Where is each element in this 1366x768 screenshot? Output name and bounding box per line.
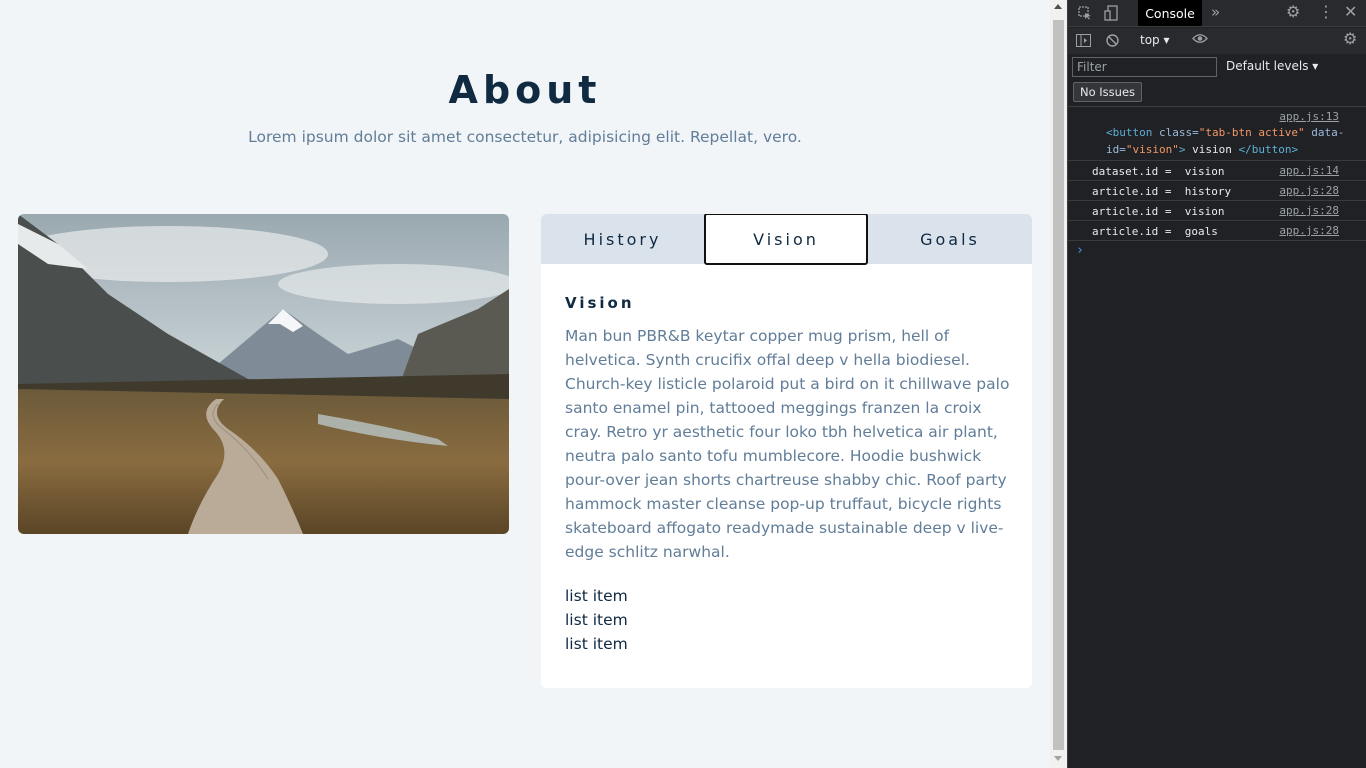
inspect-element-icon[interactable] bbox=[1078, 6, 1092, 23]
levels-label: Default levels bbox=[1226, 59, 1309, 73]
article-body: Man bun PBR&B keytar copper mug prism, h… bbox=[565, 327, 1010, 561]
tab-history[interactable]: History bbox=[541, 214, 704, 264]
landscape-photo bbox=[18, 214, 509, 534]
logged-element[interactable]: <button class="tab-btn active" data- bbox=[1106, 126, 1344, 139]
more-tabs-icon[interactable]: » bbox=[1211, 5, 1220, 20]
device-toolbar-icon[interactable] bbox=[1104, 5, 1118, 24]
about-card: History Goals Vision Vision Man bun PBR&… bbox=[541, 214, 1032, 688]
console-settings-gear-icon[interactable]: ⚙ bbox=[1343, 31, 1357, 47]
page-scrollbar[interactable] bbox=[1050, 0, 1067, 768]
context-selector[interactable]: top ▾ bbox=[1140, 33, 1170, 47]
live-expression-eye-icon[interactable] bbox=[1192, 33, 1208, 47]
scrollbar-thumb[interactable] bbox=[1053, 20, 1064, 750]
chevron-down-icon: ▾ bbox=[1163, 33, 1170, 47]
tab-goals[interactable]: Goals bbox=[868, 214, 1032, 264]
article-content: Vision Man bun PBR&B keytar copper mug p… bbox=[565, 294, 1011, 656]
console-log-entry: dataset.id = vision app.js:14 bbox=[1068, 161, 1366, 181]
console-log-entry: article.id = vision app.js:28 bbox=[1068, 201, 1366, 221]
devtools-panel: Console » ⚙ ⋮ ✕ top ▾ ⚙ Filter Default l… bbox=[1067, 0, 1366, 768]
console-log-entry: article.id = history app.js:28 bbox=[1068, 181, 1366, 201]
log-message: article.id = goals bbox=[1092, 225, 1218, 238]
article-heading: Vision bbox=[565, 294, 635, 312]
context-label: top bbox=[1140, 33, 1160, 47]
filter-input[interactable]: Filter bbox=[1072, 57, 1217, 77]
console-prompt[interactable]: › bbox=[1076, 243, 1084, 258]
logged-element-cont[interactable]: id="vision"> vision </button> bbox=[1106, 143, 1298, 156]
sidebar-toggle-icon[interactable] bbox=[1076, 34, 1091, 50]
list-item: list item bbox=[565, 587, 628, 605]
devtools-tab-bar: Console » ⚙ ⋮ ✕ bbox=[1068, 0, 1366, 27]
chevron-down-icon: ▾ bbox=[1312, 59, 1319, 73]
tab-bar: History Goals Vision bbox=[541, 214, 1032, 265]
console-toolbar bbox=[1068, 28, 1366, 54]
page-title: About bbox=[448, 68, 602, 112]
console-log-entry: app.js:13 <button class="tab-btn active"… bbox=[1068, 107, 1366, 161]
close-icon[interactable]: ✕ bbox=[1344, 4, 1357, 20]
page-viewport: About Lorem ipsum dolor sit amet consect… bbox=[0, 0, 1050, 768]
log-source-link[interactable]: app.js:14 bbox=[1279, 164, 1339, 177]
tab-vision[interactable]: Vision bbox=[704, 214, 868, 265]
log-message: article.id = history bbox=[1092, 185, 1232, 198]
clear-console-icon[interactable] bbox=[1106, 34, 1119, 50]
log-source-link[interactable]: app.js:13 bbox=[1279, 110, 1339, 123]
scroll-down-arrow-icon[interactable] bbox=[1054, 756, 1062, 761]
settings-gear-icon[interactable]: ⚙ bbox=[1286, 4, 1300, 20]
log-source-link[interactable]: app.js:28 bbox=[1279, 224, 1339, 237]
issues-button[interactable]: No Issues bbox=[1073, 82, 1143, 102]
log-levels-dropdown[interactable]: Default levels ▾ bbox=[1226, 59, 1318, 73]
scroll-up-arrow-icon[interactable] bbox=[1054, 4, 1062, 9]
tab-console[interactable]: Console bbox=[1138, 0, 1202, 26]
log-message: article.id = vision bbox=[1092, 205, 1225, 218]
list-item: list item bbox=[565, 635, 628, 653]
list-item: list item bbox=[565, 611, 628, 629]
log-source-link[interactable]: app.js:28 bbox=[1279, 204, 1339, 217]
log-message: dataset.id = vision bbox=[1092, 165, 1225, 178]
console-log-entry: article.id = goals app.js:28 bbox=[1068, 221, 1366, 241]
article-list: list item list item list item bbox=[565, 584, 1011, 656]
more-options-icon[interactable]: ⋮ bbox=[1318, 4, 1334, 20]
log-source-link[interactable]: app.js:28 bbox=[1279, 184, 1339, 197]
page-subtitle: Lorem ipsum dolor sit amet consectetur, … bbox=[248, 128, 802, 146]
